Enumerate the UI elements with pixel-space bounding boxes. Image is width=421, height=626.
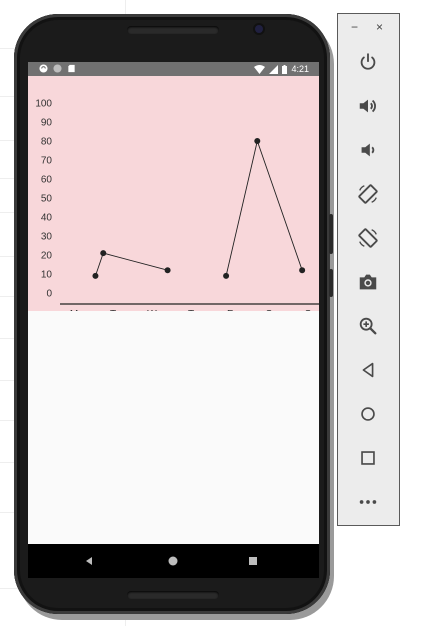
status-time: 4:21 <box>291 64 309 74</box>
battery-icon <box>282 64 288 74</box>
back-icon <box>362 362 374 378</box>
rotate-right-button[interactable] <box>355 225 381 251</box>
top-speaker <box>127 26 219 34</box>
power-button[interactable] <box>355 49 381 75</box>
y-tick-label: 90 <box>41 118 53 129</box>
y-tick-label: 30 <box>41 232 53 243</box>
phone-side-button[interactable] <box>329 269 333 297</box>
volume-down-icon <box>361 143 375 157</box>
phone-screen: 4:21 0 10 20 30 40 50 60 70 80 90 100 M T W T F S S <box>28 62 319 544</box>
y-tick-label: 60 <box>41 175 53 186</box>
front-camera <box>255 25 263 33</box>
rotate-right-icon <box>358 228 378 248</box>
series-line <box>95 252 168 277</box>
emulator-overview-button[interactable] <box>355 445 381 471</box>
sd-card-icon <box>68 64 75 73</box>
y-tick-label: 20 <box>41 251 53 262</box>
x-tick-label: T <box>110 309 116 311</box>
y-tick-label: 0 <box>46 289 52 300</box>
chart-container: 0 10 20 30 40 50 60 70 80 90 100 M T W T F S S <box>28 76 319 311</box>
home-icon <box>361 407 375 421</box>
x-tick-label: F <box>227 309 233 311</box>
zoom-button[interactable] <box>355 313 381 339</box>
screenshot-button[interactable] <box>355 269 381 295</box>
y-tick-label: 100 <box>35 99 52 110</box>
y-tick-label: 70 <box>41 156 53 167</box>
more-button[interactable] <box>355 489 381 515</box>
rotate-left-icon <box>358 184 378 204</box>
x-tick-label: S <box>305 309 312 311</box>
data-point <box>164 267 171 274</box>
nav-back-button[interactable] <box>80 552 98 570</box>
x-tick-label: S <box>266 309 273 311</box>
status-bar: 4:21 <box>28 62 319 76</box>
home-icon <box>168 556 178 566</box>
zoom-icon <box>359 317 377 335</box>
phone-side-button[interactable] <box>329 214 333 254</box>
emulator-home-button[interactable] <box>355 401 381 427</box>
data-point <box>254 138 261 144</box>
data-point <box>92 272 99 279</box>
wifi-icon <box>254 64 266 74</box>
nav-bar <box>28 544 319 578</box>
data-point <box>299 267 306 274</box>
back-icon <box>86 557 92 565</box>
y-tick-label: 10 <box>41 270 53 281</box>
recents-icon <box>249 557 257 565</box>
power-icon <box>360 53 376 70</box>
y-tick-label: 50 <box>41 194 53 205</box>
series-line <box>225 139 303 277</box>
sync-icon <box>39 64 48 73</box>
x-tick-label: T <box>188 309 194 311</box>
camera-icon <box>359 274 377 290</box>
nav-recents-button[interactable] <box>244 552 262 570</box>
line-chart: 0 10 20 30 40 50 60 70 80 90 100 M T W T F S S <box>35 99 319 311</box>
data-point <box>223 272 230 279</box>
emulator-toolbar: − × <box>337 13 400 526</box>
more-icon <box>359 500 377 504</box>
x-tick-label: M <box>70 309 78 311</box>
x-tick-label: W <box>147 309 157 311</box>
rotate-left-button[interactable] <box>355 181 381 207</box>
bottom-speaker <box>127 591 219 599</box>
signal-icon <box>269 64 279 74</box>
volume-down-button[interactable] <box>355 137 381 163</box>
y-tick-label: 80 <box>41 137 53 148</box>
nav-home-button[interactable] <box>164 552 182 570</box>
circle-icon <box>53 64 62 73</box>
overview-icon <box>361 451 375 465</box>
volume-up-button[interactable] <box>355 93 381 119</box>
volume-up-icon <box>359 99 376 113</box>
data-point <box>100 250 107 257</box>
close-button[interactable]: × <box>376 19 383 35</box>
y-tick-label: 40 <box>41 213 53 224</box>
phone-frame: 4:21 0 10 20 30 40 50 60 70 80 90 100 M T W T F S S <box>14 14 333 614</box>
minimize-button[interactable]: − <box>351 19 358 35</box>
emulator-back-button[interactable] <box>355 357 381 383</box>
